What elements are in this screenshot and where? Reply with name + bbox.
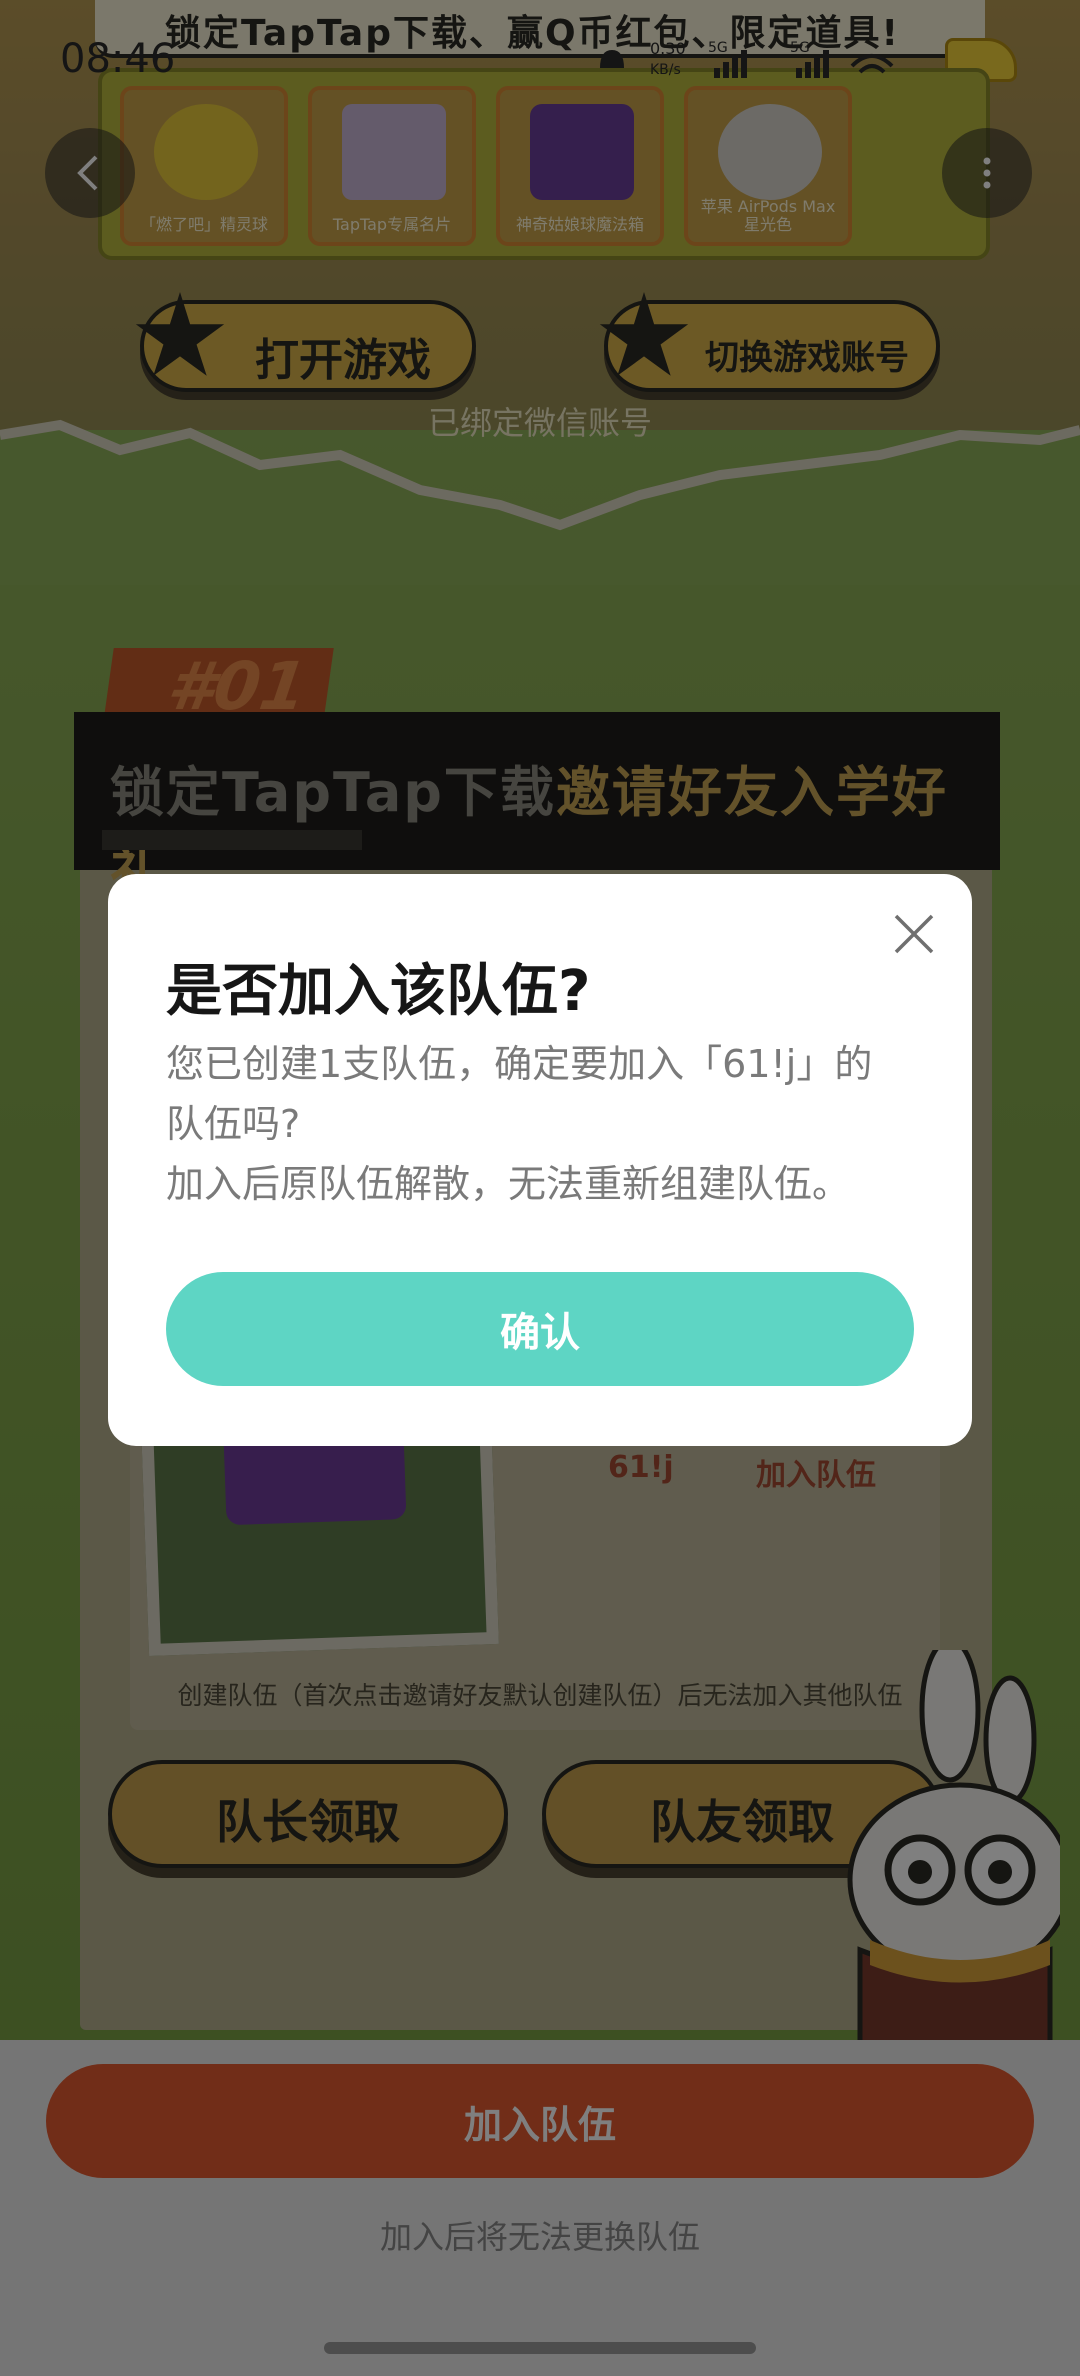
dialog-message: 您已创建1支队伍，确定要加入「61!j」的 队伍吗? 加入后原队伍解散，无法重新… bbox=[166, 1034, 926, 1214]
dialog-message-line: 您已创建1支队伍，确定要加入「61!j」的 bbox=[166, 1042, 873, 1086]
join-team-dialog: 是否加入该队伍? 您已创建1支队伍，确定要加入「61!j」的 队伍吗? 加入后原… bbox=[108, 874, 972, 1446]
close-button[interactable] bbox=[888, 908, 940, 960]
dialog-title: 是否加入该队伍? bbox=[166, 959, 591, 1024]
close-icon bbox=[894, 914, 934, 954]
dialog-message-line: 队伍吗? bbox=[166, 1102, 301, 1146]
dialog-message-line: 加入后原队伍解散，无法重新组建队伍。 bbox=[166, 1162, 851, 1206]
confirm-button[interactable]: 确认 bbox=[166, 1272, 914, 1386]
